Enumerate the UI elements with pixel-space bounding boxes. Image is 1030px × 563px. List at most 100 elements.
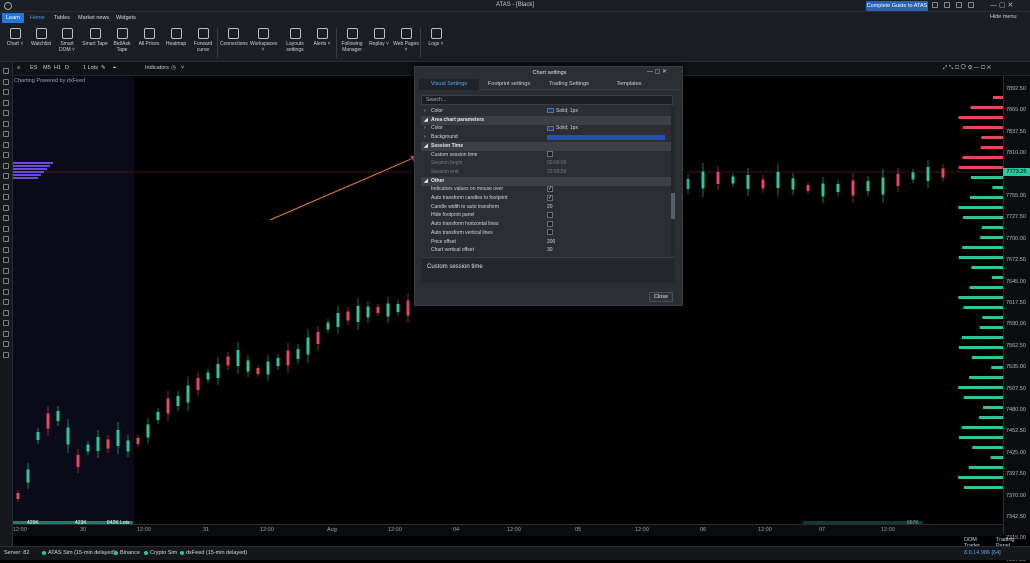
checkbox[interactable] <box>547 212 553 219</box>
property-row[interactable]: Price offset 200 <box>421 238 671 247</box>
property-value[interactable]: 23:59:59 <box>547 168 566 177</box>
menu-home[interactable]: Home <box>26 13 49 23</box>
expand-icon[interactable]: › <box>424 107 426 116</box>
expand-icon[interactable]: ◢ <box>424 116 428 125</box>
drawing-tool-icon[interactable] <box>3 110 9 116</box>
property-value[interactable]: 200 <box>547 238 555 247</box>
time-scale[interactable]: 12:00 30 12:00 31 12:00 Aug 12:00 04 12:00 05 12:0… <box>13 524 1003 536</box>
timeframe-d[interactable]: D <box>65 65 69 71</box>
property-row[interactable]: Auto transform vertical lines <box>421 229 671 238</box>
drawing-tool-icon[interactable] <box>3 236 9 242</box>
property-row[interactable]: › Color Solid; 1px <box>421 124 671 133</box>
tab-templates[interactable]: Templates <box>601 79 657 90</box>
alerts-button[interactable]: Alerts ˅ <box>309 26 335 47</box>
property-checkbox[interactable] <box>547 211 553 220</box>
indicators-button[interactable]: Indicators <box>145 65 169 71</box>
drawing-tool-icon[interactable] <box>3 267 9 274</box>
drawing-tool-icon[interactable] <box>3 162 9 169</box>
drawing-tool-icon[interactable] <box>3 152 9 158</box>
all-prices-button[interactable]: All Prices <box>136 26 162 47</box>
drawing-tool-icon[interactable] <box>3 320 9 326</box>
checkbox[interactable] <box>547 220 553 227</box>
property-value[interactable]: 30 <box>547 246 553 255</box>
property-section[interactable]: ◢ Session Time <box>421 141 671 151</box>
scrollbar-thumb[interactable] <box>671 193 675 219</box>
property-row[interactable]: Session end 23:59:59 <box>421 168 671 177</box>
drawing-tool-icon[interactable] <box>3 141 9 148</box>
heatmap-button[interactable]: Heatmap <box>163 26 189 47</box>
chart-button[interactable]: Chart ˅ <box>2 26 28 47</box>
watchlist-button[interactable]: Watchlist <box>28 26 54 47</box>
property-row[interactable]: › Background <box>421 133 671 142</box>
chevron-down-icon[interactable]: ˅ <box>181 65 184 71</box>
menu-tables[interactable]: Tables <box>50 13 74 23</box>
checkbox[interactable]: ✓ <box>547 185 553 192</box>
clock-icon[interactable]: ◷ <box>171 65 176 71</box>
timeframe-m5[interactable]: M5 <box>43 65 51 71</box>
settings-search-input[interactable]: Search... <box>421 95 673 105</box>
profile-icon[interactable] <box>932 2 938 8</box>
menu-widgets[interactable]: Widgets <box>112 13 140 23</box>
tab-footprint-settings[interactable]: Footprint settings <box>481 79 537 90</box>
drawing-tool-icon[interactable] <box>3 194 9 200</box>
property-row[interactable]: Indicators values on mouse over ✓ <box>421 185 671 194</box>
logs-button[interactable]: Logs ˅ <box>423 26 449 47</box>
property-value[interactable]: 20 <box>547 203 553 212</box>
drawing-tool-icon[interactable] <box>3 173 9 179</box>
drawing-tool-icon[interactable] <box>3 257 9 263</box>
drawing-tool-icon[interactable] <box>3 288 9 295</box>
property-value[interactable]: 00:00:00 <box>547 159 566 168</box>
drawing-tool-icon[interactable] <box>3 68 9 74</box>
property-scrollbar[interactable] <box>671 107 675 255</box>
drawing-tool-icon[interactable] <box>3 183 9 190</box>
hide-menu-button[interactable]: Hide menu <box>990 14 1017 20</box>
property-row[interactable]: Custom session time <box>421 151 671 160</box>
price-scale[interactable]: 7892.507865.007837.507810.007782.507755.… <box>1003 76 1030 563</box>
lots-selector[interactable]: 1 Lots <box>83 65 98 71</box>
tab-trading-settings[interactable]: Trading Settings <box>541 79 597 90</box>
symbol-selector[interactable]: ES <box>30 65 37 71</box>
complete-guide-button[interactable]: Complete Guide to ATAS <box>866 1 928 11</box>
property-row[interactable]: Chart vertical offset 30 <box>421 246 671 255</box>
property-value[interactable]: Solid; 1px <box>547 124 578 133</box>
property-value[interactable]: Solid; 1px <box>547 107 578 116</box>
smart-tape-button[interactable]: Smart Tape <box>82 26 108 47</box>
expand-icon[interactable]: ◢ <box>424 177 428 186</box>
drawing-tool-icon[interactable] <box>3 309 9 316</box>
bid-ask-tape-button[interactable]: Bid/Ask Tape <box>109 26 135 53</box>
property-row[interactable]: Hide footprint panel <box>421 211 671 220</box>
layout-icon[interactable] <box>968 2 974 8</box>
workspaces-button[interactable]: Workspaces ˅ <box>250 26 277 53</box>
property-checkbox[interactable] <box>547 151 553 160</box>
drawing-tool-icon[interactable] <box>3 246 9 253</box>
background-color-swatch[interactable] <box>547 135 665 141</box>
connections-button[interactable]: Connections <box>220 26 248 47</box>
property-row[interactable]: Candle width to auto transform 20 <box>421 203 671 212</box>
property-section[interactable]: ◢ Area chart parameters <box>421 115 671 125</box>
drawing-tool-icon[interactable] <box>3 215 9 221</box>
window-controls[interactable]: — ▢ ✕ <box>990 1 1013 9</box>
web-pages-button[interactable]: Web Pages ˅ <box>393 26 419 53</box>
connection-item[interactable]: Binance <box>114 550 140 556</box>
smart-dom-button[interactable]: Smart DOM ˅ <box>54 26 80 53</box>
tab-visual-settings[interactable]: Visual Settings <box>419 79 479 90</box>
expand-icon[interactable]: › <box>424 124 426 133</box>
layouts-settings-button[interactable]: Layouts settings <box>282 26 308 53</box>
pencil-icon[interactable]: ✎ <box>101 65 106 71</box>
help-icon[interactable] <box>944 2 950 8</box>
chart-window-controls[interactable]: ⤢ ⤡ ▢ ⟳ ⚙ — ▢ ✕ <box>943 65 991 72</box>
drawing-tool-icon[interactable] <box>3 99 9 106</box>
property-section[interactable]: ◢ Other <box>421 176 671 186</box>
property-row[interactable]: Auto transform candles to footprint ✓ <box>421 194 671 203</box>
expand-icon[interactable]: › <box>424 133 426 142</box>
checkbox[interactable] <box>547 151 553 158</box>
following-manager-button[interactable]: Following Manager <box>338 26 366 53</box>
menu-market-news[interactable]: Market news <box>74 13 113 23</box>
settings-icon[interactable] <box>956 2 962 8</box>
property-row[interactable]: Auto transform horizontal lines <box>421 220 671 229</box>
menu-learn[interactable]: Learn <box>2 13 25 23</box>
property-checkbox[interactable]: ✓ <box>547 194 553 203</box>
close-button[interactable]: Close <box>649 292 673 302</box>
connection-item[interactable]: dxFeed (15-min delayed) <box>180 550 247 556</box>
drawing-tool-icon[interactable] <box>3 204 9 211</box>
